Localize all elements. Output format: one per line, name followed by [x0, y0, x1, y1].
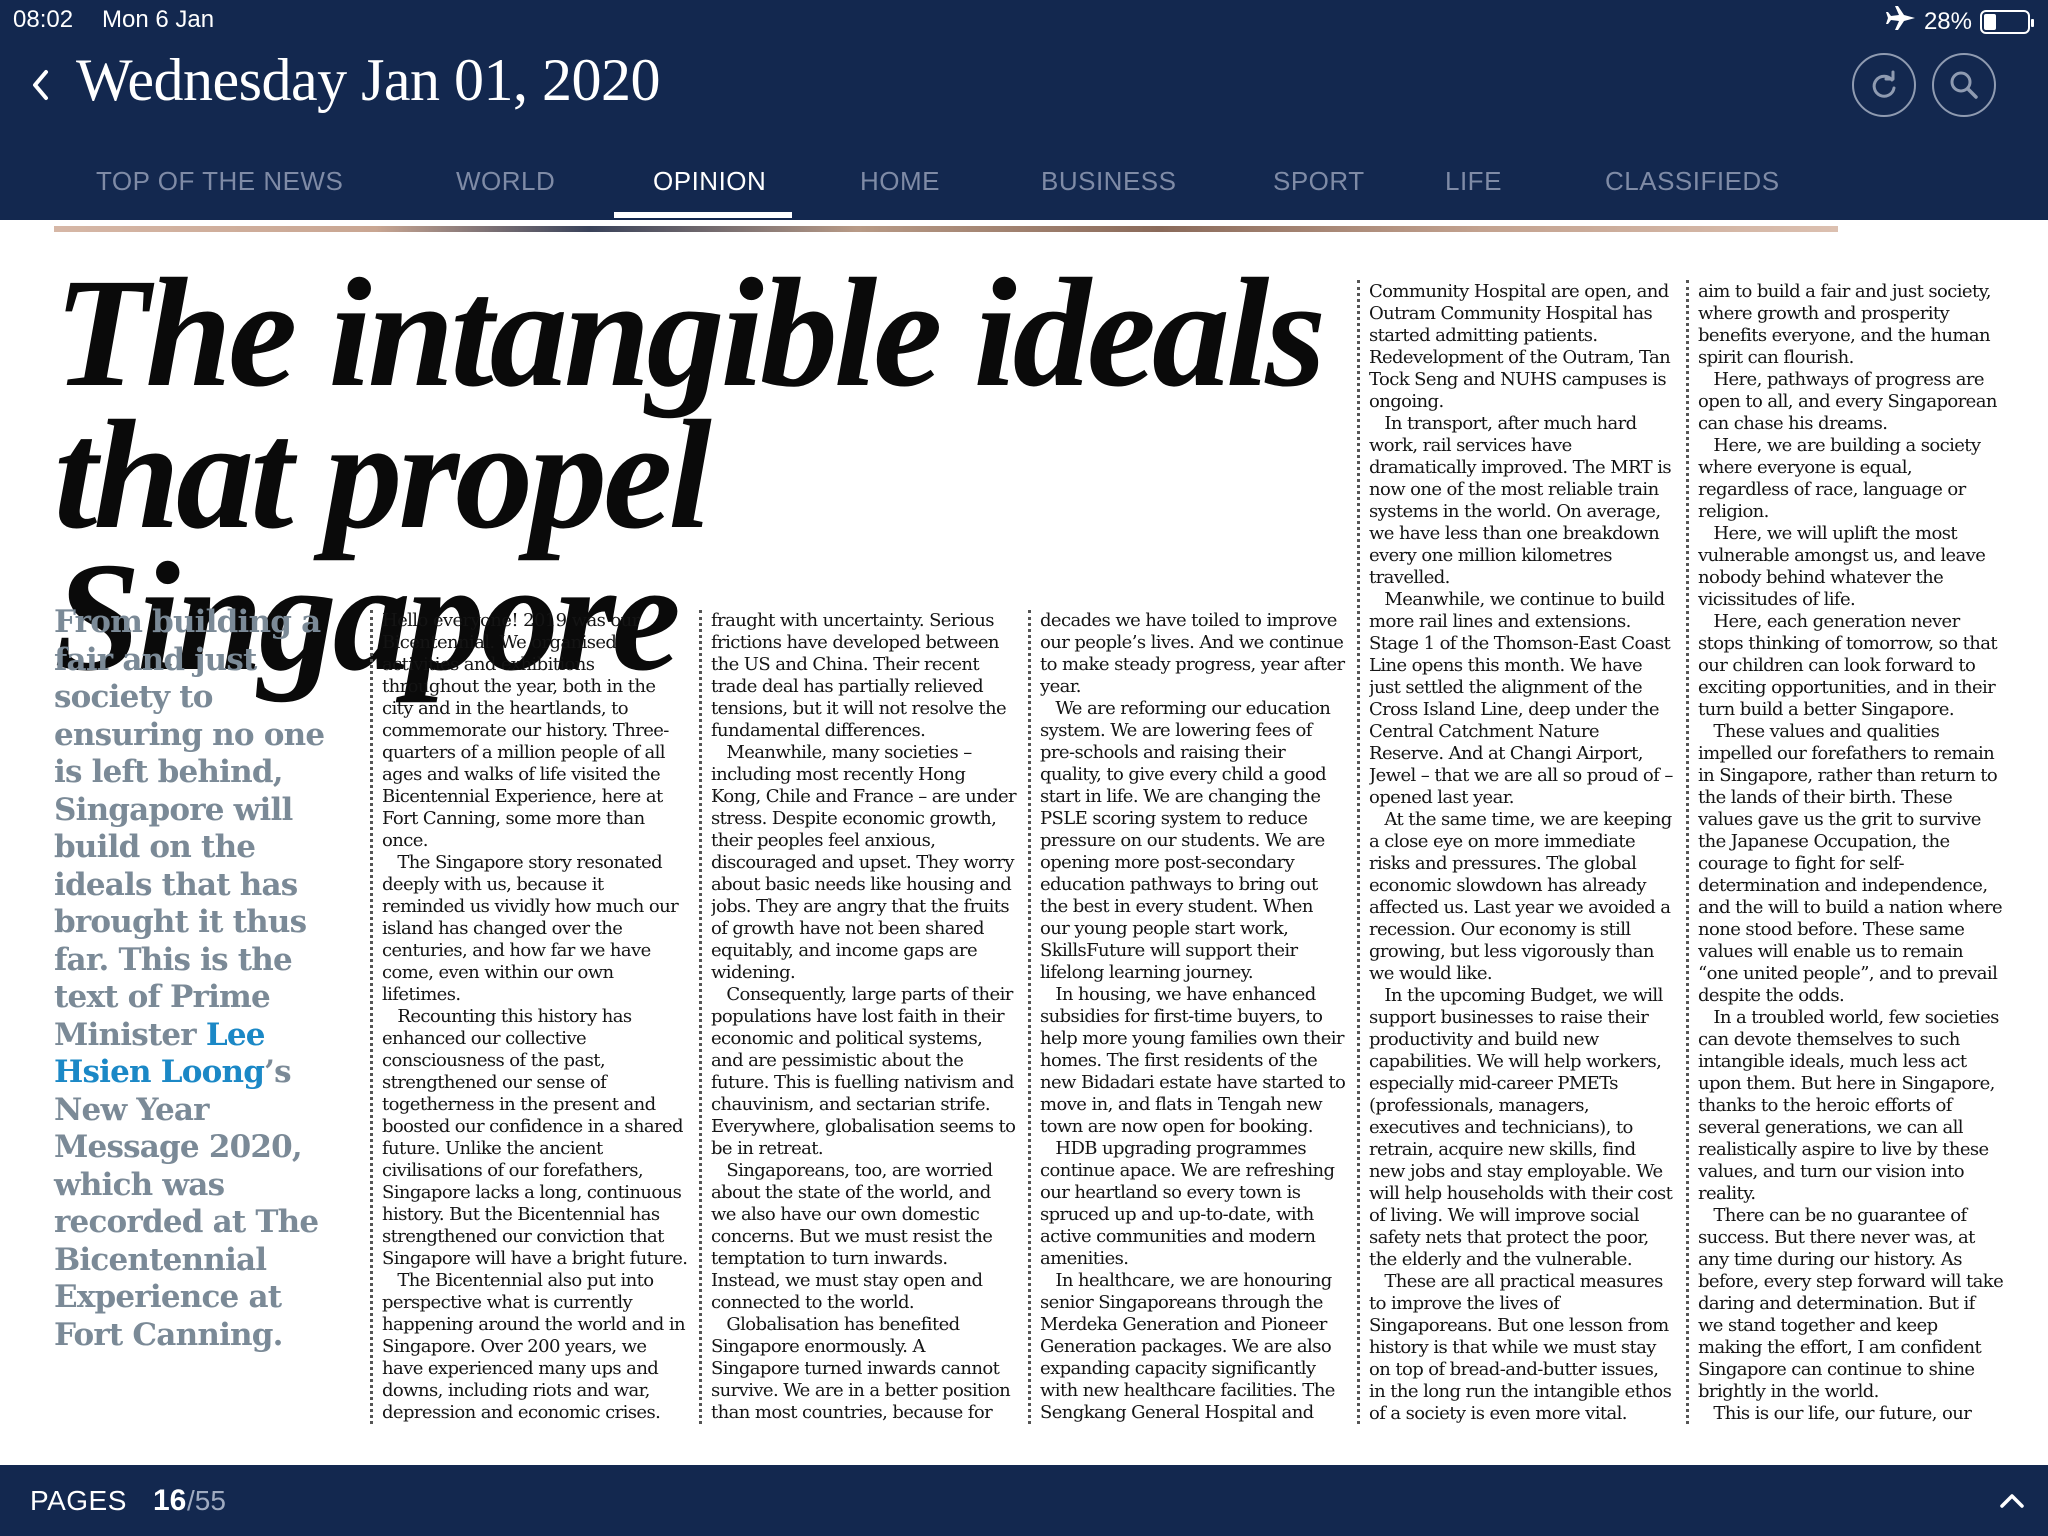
photo-strip [54, 226, 1838, 232]
article-column-5: aim to build a fair and just society, wh… [1698, 281, 2004, 1426]
current-page-number: 16 [153, 1484, 187, 1517]
tab-life[interactable]: LIFE [1445, 166, 1502, 197]
column-divider [1357, 280, 1360, 1424]
active-tab-indicator [614, 212, 792, 218]
airplane-icon [1885, 6, 1916, 37]
chevron-left-icon [33, 70, 48, 100]
status-bar: 08:02 Mon 6 Jan 28% [0, 0, 2048, 40]
pages-button[interactable]: PAGES [30, 1485, 127, 1517]
article-column-4: Community Hospital are open, and Outram … [1369, 281, 1673, 1426]
status-right: 28% [1885, 6, 2034, 37]
section-tabs: TOP OF THE NEWS WORLD OPINION HOME BUSIN… [0, 158, 2048, 220]
tab-top-of-the-news[interactable]: TOP OF THE NEWS [96, 166, 343, 197]
expand-pages-button[interactable] [1994, 1483, 2030, 1519]
chevron-up-icon [2000, 1494, 2024, 1508]
tab-opinion[interactable]: OPINION [653, 166, 766, 197]
status-time: 08:02 [13, 6, 74, 33]
tab-business[interactable]: BUSINESS [1041, 166, 1177, 197]
refresh-button[interactable] [1852, 53, 1916, 117]
tab-classifieds[interactable]: CLASSIFIEDS [1605, 166, 1780, 197]
standfirst-text: From building a fair and just society to… [54, 604, 325, 1053]
back-button[interactable] [30, 60, 66, 110]
battery-icon [1980, 9, 2034, 34]
article-column-3: decades we have toiled to improve our pe… [1040, 610, 1346, 1423]
column-divider [1028, 610, 1031, 1424]
refresh-icon [1872, 70, 1896, 98]
battery-fill [1984, 13, 1996, 30]
column-divider [370, 610, 373, 1424]
standfirst-text-end: ’s New Year Message 2020, which was reco… [54, 1054, 319, 1353]
tab-home[interactable]: HOME [860, 166, 940, 197]
article-column-2: fraught with uncertainty. Serious fricti… [711, 610, 1017, 1423]
column-divider [1686, 280, 1689, 1424]
issue-date-title: Wednesday Jan 01, 2020 [76, 47, 661, 113]
tab-world[interactable]: WORLD [456, 166, 555, 197]
tab-sport[interactable]: SPORT [1273, 166, 1365, 197]
search-button[interactable] [1932, 53, 1996, 117]
total-pages: /55 [187, 1485, 226, 1516]
article-standfirst: From building a fair and just society to… [54, 604, 354, 1354]
article-column-1: Hello everyone! 2019 was our Bicentennia… [382, 610, 688, 1426]
battery-percent: 28% [1923, 7, 1972, 35]
status-date: Mon 6 Jan [102, 6, 215, 33]
top-bar: 08:02 Mon 6 Jan 28% Wednesday Jan 01, 20… [0, 0, 2048, 220]
search-icon [1950, 71, 1978, 99]
column-divider [699, 610, 702, 1424]
bottom-bar: PAGES 16 /55 [0, 1465, 2048, 1536]
